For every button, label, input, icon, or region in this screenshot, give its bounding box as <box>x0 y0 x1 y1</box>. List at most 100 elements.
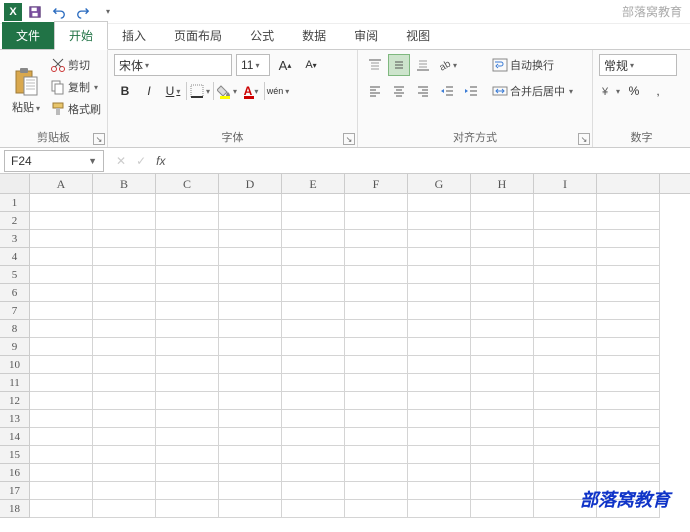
cell[interactable] <box>282 248 345 266</box>
wrap-text-button[interactable]: 自动换行 <box>492 54 573 76</box>
cell[interactable] <box>156 320 219 338</box>
decrease-font-button[interactable]: A▾ <box>300 54 322 76</box>
number-format-select[interactable]: 常规 <box>599 54 677 76</box>
cell[interactable] <box>93 500 156 518</box>
cell[interactable] <box>219 500 282 518</box>
cell[interactable] <box>219 284 282 302</box>
cell[interactable] <box>597 374 660 392</box>
cell[interactable] <box>408 356 471 374</box>
tab-page-layout[interactable]: 页面布局 <box>160 22 236 49</box>
cell[interactable] <box>30 410 93 428</box>
cell[interactable] <box>219 266 282 284</box>
cell[interactable] <box>597 194 660 212</box>
cell[interactable] <box>30 356 93 374</box>
cell[interactable] <box>597 212 660 230</box>
decrease-indent-button[interactable] <box>436 80 458 102</box>
cell[interactable] <box>156 356 219 374</box>
cell[interactable] <box>408 194 471 212</box>
cell[interactable] <box>219 302 282 320</box>
cell[interactable] <box>156 230 219 248</box>
cell[interactable] <box>471 374 534 392</box>
cell[interactable] <box>408 284 471 302</box>
row-header[interactable]: 9 <box>0 338 30 356</box>
cell[interactable] <box>345 464 408 482</box>
cell[interactable] <box>219 374 282 392</box>
cell[interactable] <box>534 302 597 320</box>
row-header[interactable]: 18 <box>0 500 30 518</box>
col-header[interactable]: H <box>471 174 534 193</box>
cell[interactable] <box>156 212 219 230</box>
cell[interactable] <box>345 230 408 248</box>
cell[interactable] <box>156 500 219 518</box>
cell[interactable] <box>534 374 597 392</box>
col-header[interactable]: A <box>30 174 93 193</box>
comma-button[interactable]: , <box>647 80 669 102</box>
cell[interactable] <box>534 248 597 266</box>
qat-customize-button[interactable] <box>96 2 118 22</box>
cell[interactable] <box>156 374 219 392</box>
cell[interactable] <box>534 338 597 356</box>
cell[interactable] <box>93 338 156 356</box>
cell[interactable] <box>534 320 597 338</box>
fill-color-button[interactable] <box>216 80 238 102</box>
cell[interactable] <box>534 194 597 212</box>
enter-icon[interactable]: ✓ <box>136 154 146 168</box>
cell[interactable] <box>30 266 93 284</box>
cell[interactable] <box>219 464 282 482</box>
percent-button[interactable]: % <box>623 80 645 102</box>
cell[interactable] <box>282 464 345 482</box>
cell[interactable] <box>282 428 345 446</box>
cell[interactable] <box>282 230 345 248</box>
row-header[interactable]: 8 <box>0 320 30 338</box>
align-left-button[interactable] <box>364 80 386 102</box>
cell[interactable] <box>30 392 93 410</box>
col-header[interactable] <box>597 174 660 193</box>
cell[interactable] <box>345 482 408 500</box>
cell[interactable] <box>93 410 156 428</box>
cell[interactable] <box>597 248 660 266</box>
cell[interactable] <box>282 320 345 338</box>
cell[interactable] <box>282 284 345 302</box>
font-color-button[interactable]: A <box>240 80 262 102</box>
cell[interactable] <box>156 194 219 212</box>
cell[interactable] <box>534 284 597 302</box>
cell[interactable] <box>345 338 408 356</box>
save-button[interactable] <box>24 2 46 22</box>
cell[interactable] <box>345 320 408 338</box>
cell[interactable] <box>534 410 597 428</box>
cell[interactable] <box>282 500 345 518</box>
cell[interactable] <box>408 374 471 392</box>
row-header[interactable]: 14 <box>0 428 30 446</box>
cell[interactable] <box>471 500 534 518</box>
col-header[interactable]: C <box>156 174 219 193</box>
redo-button[interactable] <box>72 2 94 22</box>
cell[interactable] <box>93 356 156 374</box>
cell[interactable] <box>345 374 408 392</box>
cell[interactable] <box>534 428 597 446</box>
cell[interactable] <box>93 284 156 302</box>
cell[interactable] <box>30 248 93 266</box>
cell[interactable] <box>30 212 93 230</box>
merge-center-button[interactable]: 合并后居中 <box>492 80 573 102</box>
cell[interactable] <box>471 410 534 428</box>
col-header[interactable]: I <box>534 174 597 193</box>
cell[interactable] <box>345 446 408 464</box>
cell[interactable] <box>597 320 660 338</box>
cell[interactable] <box>30 194 93 212</box>
row-header[interactable]: 6 <box>0 284 30 302</box>
cell[interactable] <box>471 266 534 284</box>
cell[interactable] <box>408 410 471 428</box>
row-header[interactable]: 7 <box>0 302 30 320</box>
row-header[interactable]: 2 <box>0 212 30 230</box>
col-header[interactable]: D <box>219 174 282 193</box>
cell[interactable] <box>345 410 408 428</box>
cell[interactable] <box>534 392 597 410</box>
cell[interactable] <box>282 446 345 464</box>
cell[interactable] <box>93 302 156 320</box>
orientation-button[interactable]: ab <box>436 54 458 76</box>
cell[interactable] <box>471 230 534 248</box>
cell[interactable] <box>219 392 282 410</box>
phonetic-button[interactable]: wén <box>267 80 289 102</box>
cell[interactable] <box>93 230 156 248</box>
cell[interactable] <box>408 302 471 320</box>
